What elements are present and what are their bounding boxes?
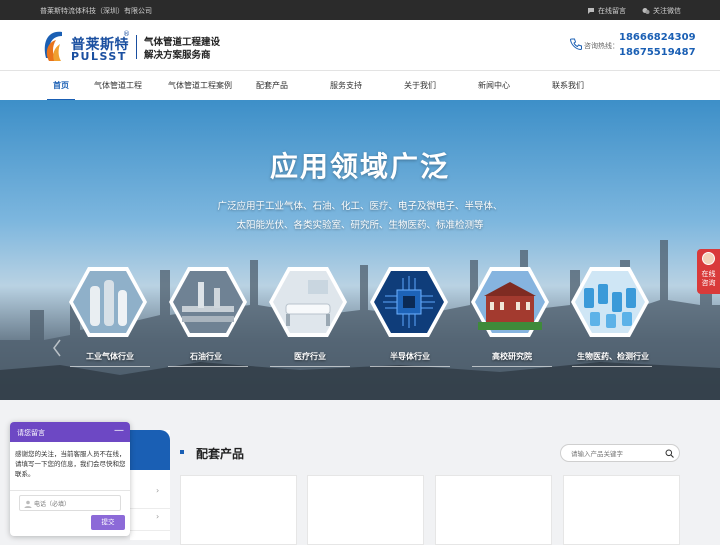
chat-offline-message: 感谢您的关注，当前客服人员不在线，请填写一下您的信息，我们会尽快和您联系。 xyxy=(15,450,126,478)
message-chat-widget: 请您留言 — 感谢您的关注，当前客服人员不在线，请填写一下您的信息，我们会尽快和… xyxy=(10,422,130,536)
user-icon xyxy=(24,500,32,508)
online-consult-button[interactable]: 在线咨询 xyxy=(697,249,720,294)
section-marker xyxy=(180,450,184,454)
chat-header: 请您留言 — xyxy=(10,422,130,442)
hero-banner: 应用领域广泛 广泛应用于工业气体、石油、化工、医疗、电子及微电子、半导体、 太阳… xyxy=(0,100,720,400)
caption-underline xyxy=(472,366,552,367)
banner-subtitle-line-2: 太阳能光伏、各类实验室、研究所、生物医药、标准检测等 xyxy=(236,220,484,231)
banner-title: 应用领域广泛 xyxy=(269,150,450,183)
hotline-label: 咨询热线： xyxy=(584,42,619,50)
online-consult-label: 在线咨询 xyxy=(701,270,716,287)
phone-icon xyxy=(570,38,582,50)
slogan-line-1: 气体管道工程建设 xyxy=(144,37,221,48)
chat-title: 请您留言 xyxy=(17,429,45,437)
nav-service-support[interactable]: 服务支持 xyxy=(324,71,368,101)
industrial-gas-icon[interactable] xyxy=(68,266,148,338)
product-card[interactable] xyxy=(180,475,297,545)
category-divider xyxy=(130,530,170,531)
main-nav: 首页 气体管道工程 气体管道工程案例 配套产品 服务支持 关于我们 新闻中心 联… xyxy=(0,70,720,101)
nav-news-center[interactable]: 新闻中心 xyxy=(472,71,516,101)
company-name: 普莱斯特流体科技（深圳）有限公司 xyxy=(40,7,152,15)
nav-home[interactable]: 首页 xyxy=(47,71,75,101)
registered-mark: ® xyxy=(123,30,130,38)
industry-caption-biomedicine: 生物医药、检测行业 xyxy=(577,352,649,361)
phone-number-1[interactable]: 18666824309 xyxy=(619,32,696,43)
industry-caption-petroleum: 石油行业 xyxy=(190,352,222,361)
follow-wechat-label: 关注微信 xyxy=(653,7,681,15)
agent-avatar xyxy=(702,252,715,265)
submit-button[interactable]: 提交 xyxy=(91,515,125,530)
phone-input[interactable] xyxy=(34,499,118,509)
slogan-line-2: 解决方案服务商 xyxy=(144,50,211,61)
slogan: 气体管道工程建设 解决方案服务商 xyxy=(144,36,220,62)
wechat-icon xyxy=(642,8,650,14)
product-search xyxy=(560,444,680,462)
caption-underline xyxy=(370,366,450,367)
nav-about-us[interactable]: 关于我们 xyxy=(398,71,442,101)
minimize-icon[interactable]: — xyxy=(114,425,124,436)
products-section-title: 配套产品 xyxy=(196,447,245,461)
online-message-link[interactable]: 在线留言 xyxy=(587,6,626,16)
semiconductor-icon[interactable] xyxy=(369,266,449,338)
nav-pipeline-cases[interactable]: 气体管道工程案例 xyxy=(160,71,240,101)
industry-caption-semiconductor: 半导体行业 xyxy=(390,352,430,361)
category-header xyxy=(130,430,170,470)
university-icon[interactable] xyxy=(470,266,550,338)
logo-english-name: PULSST xyxy=(71,50,127,63)
industry-caption-medical: 医疗行业 xyxy=(294,352,326,361)
product-search-input[interactable] xyxy=(571,448,663,459)
message-icon xyxy=(588,8,594,14)
product-card[interactable] xyxy=(435,475,552,545)
caption-underline xyxy=(270,366,350,367)
nav-contact-us[interactable]: 联系我们 xyxy=(546,71,590,101)
site-header: 普莱斯特 PULSST ® 气体管道工程建设 解决方案服务商 咨询热线： 186… xyxy=(0,20,720,70)
banner-subtitle-line-1: 广泛应用于工业气体、石油、化工、医疗、电子及微电子、半导体、 xyxy=(217,201,503,212)
category-divider xyxy=(130,508,170,509)
industry-caption-industrial-gas: 工业气体行业 xyxy=(86,352,134,361)
top-bar: 普莱斯特流体科技（深圳）有限公司 在线留言 关注微信 xyxy=(0,0,720,20)
product-card[interactable] xyxy=(563,475,680,545)
logo-divider xyxy=(136,35,137,59)
search-icon[interactable] xyxy=(665,449,674,458)
phone-field xyxy=(19,495,121,511)
industry-caption-university: 高校研究院 xyxy=(492,352,532,361)
caption-underline xyxy=(70,366,150,367)
petroleum-icon[interactable] xyxy=(168,266,248,338)
caption-underline xyxy=(168,366,248,367)
pulsst-logo-icon[interactable] xyxy=(40,28,68,64)
phone-number-2[interactable]: 18675519487 xyxy=(619,47,696,58)
caption-underline xyxy=(572,366,652,367)
product-category-panel: › › xyxy=(130,430,170,540)
nav-gas-pipeline-engineering[interactable]: 气体管道工程 xyxy=(88,71,148,101)
chevron-right-icon[interactable]: › xyxy=(156,512,159,521)
chevron-right-icon[interactable]: › xyxy=(156,486,159,495)
biomedicine-icon[interactable] xyxy=(570,266,650,338)
online-message-label: 在线留言 xyxy=(598,7,626,15)
chat-divider xyxy=(10,490,130,491)
nav-supporting-products[interactable]: 配套产品 xyxy=(250,71,294,101)
medical-icon[interactable] xyxy=(268,266,348,338)
product-card[interactable] xyxy=(307,475,424,545)
chevron-left-icon[interactable] xyxy=(52,338,62,358)
follow-wechat-link[interactable]: 关注微信 xyxy=(642,6,681,16)
